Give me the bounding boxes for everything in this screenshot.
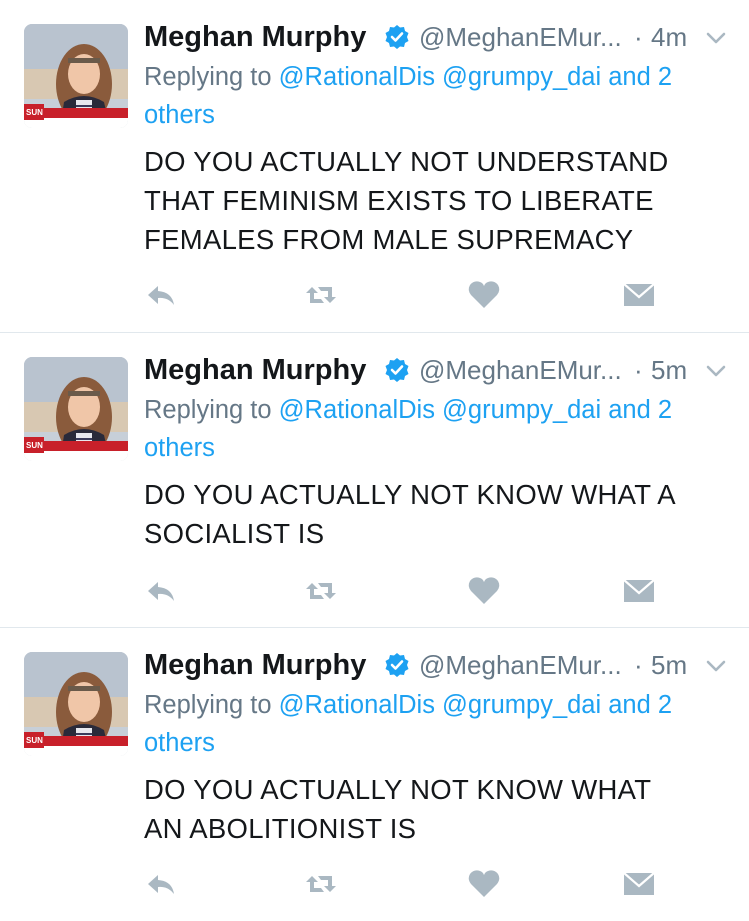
author-name[interactable]: Meghan Murphy xyxy=(144,349,366,391)
tweet-actions xyxy=(144,278,664,312)
replying-prefix: Replying to xyxy=(144,396,279,424)
tweet-text: DO YOU ACTUALLY NOT UNDERSTAND THAT FEMI… xyxy=(144,142,734,259)
tweet[interactable]: SUN Meghan Murphy @MeghanEMur... · 5m Re… xyxy=(0,628,749,921)
avatar[interactable]: SUN xyxy=(24,652,128,756)
tweet-text-line: DO YOU ACTUALLY NOT UNDERSTAND xyxy=(144,146,669,177)
retweet-icon[interactable] xyxy=(304,574,338,608)
tweet-text: DO YOU ACTUALLY NOT KNOW WHAT A SOCIALIS… xyxy=(144,475,734,553)
heart-icon[interactable] xyxy=(467,278,501,312)
heart-icon[interactable] xyxy=(467,867,501,901)
tweet-actions xyxy=(144,574,664,608)
replying-users-link[interactable]: @RationalDis @grumpy_dai and 2 xyxy=(279,691,672,719)
reply-icon[interactable] xyxy=(144,867,178,901)
author-handle[interactable]: @MeghanEMur... xyxy=(419,16,622,58)
replying-prefix: Replying to xyxy=(144,63,279,91)
tweet-text-line: DO YOU ACTUALLY NOT KNOW WHAT A xyxy=(144,479,676,510)
tweet-header: Meghan Murphy @MeghanEMur... · 5m xyxy=(144,644,729,686)
replying-users-link[interactable]: @RationalDis @grumpy_dai and 2 xyxy=(279,63,672,91)
verified-badge-icon xyxy=(384,24,410,50)
retweet-icon[interactable] xyxy=(304,278,338,312)
tweet-text-line: SOCIALIST IS xyxy=(144,518,325,549)
tweet-text: DO YOU ACTUALLY NOT KNOW WHAT AN ABOLITI… xyxy=(144,770,734,848)
avatar[interactable]: SUN xyxy=(24,357,128,461)
tweet-text-line: FEMALES FROM MALE SUPREMACY xyxy=(144,224,634,255)
heart-icon[interactable] xyxy=(467,574,501,608)
replying-others-link[interactable]: others xyxy=(144,101,215,129)
avatar[interactable]: SUN xyxy=(24,24,128,128)
tweet-timestamp[interactable]: 5m xyxy=(651,644,687,686)
author-name[interactable]: Meghan Murphy xyxy=(144,16,366,58)
direct-message-icon[interactable] xyxy=(622,867,656,901)
replying-to: Replying to @RationalDis @grumpy_dai and… xyxy=(144,391,734,467)
time-separator: · xyxy=(634,22,643,52)
tweet-actions xyxy=(144,867,664,901)
tweet-header: Meghan Murphy @MeghanEMur... · 5m xyxy=(144,349,729,391)
reply-icon[interactable] xyxy=(144,574,178,608)
time-separator: · xyxy=(634,355,643,385)
author-handle[interactable]: @MeghanEMur... xyxy=(419,644,622,686)
chevron-down-icon[interactable] xyxy=(704,359,728,383)
svg-text:SUN: SUN xyxy=(26,441,43,450)
tweet-text-line: DO YOU ACTUALLY NOT KNOW WHAT xyxy=(144,774,652,805)
replying-prefix: Replying to xyxy=(144,691,279,719)
verified-badge-icon xyxy=(384,357,410,383)
svg-text:SUN: SUN xyxy=(26,108,43,117)
tweet-header: Meghan Murphy @MeghanEMur... · 4m xyxy=(144,16,729,58)
verified-badge-icon xyxy=(384,652,410,678)
svg-text:SUN: SUN xyxy=(26,736,43,745)
tweet-text-line: THAT FEMINISM EXISTS TO LIBERATE xyxy=(144,185,654,216)
replying-users-link[interactable]: @RationalDis @grumpy_dai and 2 xyxy=(279,396,672,424)
replying-to: Replying to @RationalDis @grumpy_dai and… xyxy=(144,58,734,134)
replying-to: Replying to @RationalDis @grumpy_dai and… xyxy=(144,686,734,762)
direct-message-icon[interactable] xyxy=(622,278,656,312)
replying-others-link[interactable]: others xyxy=(144,434,215,462)
tweet[interactable]: SUN Meghan Murphy @MeghanEMur... · 5m Re… xyxy=(0,333,749,628)
author-name[interactable]: Meghan Murphy xyxy=(144,644,366,686)
reply-icon[interactable] xyxy=(144,278,178,312)
tweet-text-line: AN ABOLITIONIST IS xyxy=(144,813,417,844)
tweet-timestamp[interactable]: 5m xyxy=(651,349,687,391)
time-separator: · xyxy=(634,650,643,680)
replying-others-link[interactable]: others xyxy=(144,729,215,757)
chevron-down-icon[interactable] xyxy=(704,654,728,678)
retweet-icon[interactable] xyxy=(304,867,338,901)
chevron-down-icon[interactable] xyxy=(704,26,728,50)
tweet-timestamp[interactable]: 4m xyxy=(651,16,687,58)
direct-message-icon[interactable] xyxy=(622,574,656,608)
author-handle[interactable]: @MeghanEMur... xyxy=(419,349,622,391)
tweet[interactable]: SUN Meghan Murphy @MeghanEMur... · 4m Re… xyxy=(0,0,749,333)
